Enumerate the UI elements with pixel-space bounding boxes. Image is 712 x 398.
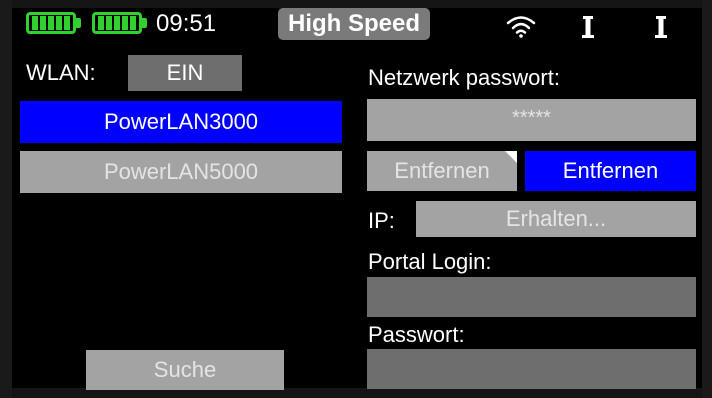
portal-login-field[interactable] [367, 277, 696, 317]
network-password-field[interactable]: ***** [367, 99, 696, 141]
portal-password-label: Passwort: [368, 322, 465, 347]
search-button[interactable]: Suche [86, 350, 284, 390]
network-password-label: Netzwerk passwort: [368, 65, 560, 90]
antenna-icon [582, 16, 594, 38]
portal-password-field[interactable] [367, 349, 696, 389]
bezel-top [0, 0, 712, 8]
network-item-powerlan3000[interactable]: PowerLAN3000 [20, 101, 342, 143]
bezel-right [702, 0, 712, 398]
remove-button-2[interactable]: Entfernen [525, 151, 696, 191]
antenna-icon [655, 16, 667, 38]
ip-label: IP: [368, 208, 395, 233]
portal-login-label: Portal Login: [368, 249, 492, 274]
corner-indicator-icon [505, 151, 517, 163]
bezel-left [0, 0, 12, 398]
wifi-icon [506, 16, 536, 38]
battery-icon [92, 10, 150, 36]
ip-field[interactable]: Erhalten... [416, 201, 696, 237]
clock: 09:51 [156, 10, 217, 37]
remove-button-1-label: Entfernen [394, 158, 490, 183]
wlan-label: WLAN: [26, 60, 96, 85]
speed-mode-badge[interactable]: High Speed [278, 8, 430, 40]
battery-icon [26, 10, 84, 36]
wlan-toggle-button[interactable]: EIN [128, 55, 242, 91]
network-item-powerlan5000[interactable]: PowerLAN5000 [20, 151, 342, 193]
remove-button-1[interactable]: Entfernen [367, 151, 517, 191]
